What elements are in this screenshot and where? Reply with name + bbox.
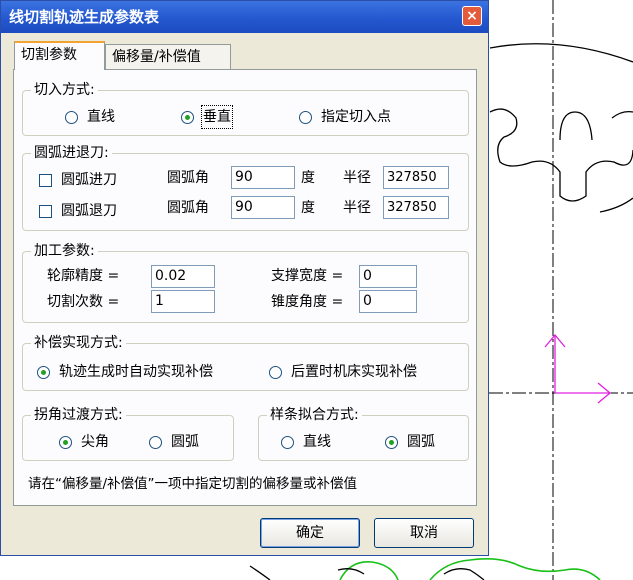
corner-transition-legend: 拐角过渡方式:: [31, 405, 126, 425]
arc-retract-angle-input[interactable]: 90: [231, 196, 295, 219]
corner-transition-group: 拐角过渡方式: 尖角 圆弧: [22, 405, 234, 461]
arc-approach-radius-input[interactable]: 327850: [383, 166, 449, 189]
arc-approach-angle-input[interactable]: 90: [231, 166, 295, 189]
radio-spline-line-label[interactable]: 直线: [303, 432, 331, 452]
contour-precision-input[interactable]: 0.02: [151, 265, 215, 288]
machining-params-group: 加工参数: 轮廓精度 = 0.02 支撑宽度 = 0 切割次数 = 1 锥度角度…: [22, 241, 469, 323]
checkbox-arc-retract[interactable]: [39, 205, 52, 218]
radio-entry-perpendicular-label[interactable]: 垂直: [201, 105, 233, 129]
radio-comp-auto-label[interactable]: 轨迹生成时自动实现补偿: [59, 362, 213, 382]
compensation-mode-group: 补偿实现方式: 轨迹生成时自动实现补偿 后置时机床实现补偿: [22, 333, 469, 391]
close-icon: ×: [466, 8, 478, 24]
ok-button[interactable]: 确定: [260, 518, 360, 548]
arc-retract-radius-label: 半径: [343, 200, 371, 216]
radio-entry-line-label[interactable]: 直线: [87, 107, 115, 127]
cancel-button[interactable]: 取消: [374, 518, 474, 548]
arc-retract-radius-input[interactable]: 327850: [383, 196, 449, 219]
compensation-mode-legend: 补偿实现方式:: [31, 333, 126, 353]
arc-feed-group: 圆弧进退刀: 圆弧进刀 圆弧角 90 度 半径 327850 圆弧退刀 圆弧角 …: [22, 143, 469, 231]
part-outline-arc: [489, 43, 633, 63]
arc-approach-angle-unit: 度: [301, 170, 315, 186]
taper-angle-input[interactable]: 0: [359, 290, 417, 313]
contour-precision-label: 轮廓精度 =: [47, 268, 120, 284]
part-right-edge: [599, 197, 633, 213]
tab-panel-cutting-params: 切入方式: 直线 垂直 指定切入点 圆弧进退刀: 圆弧进刀 圆弧角 90 度 半…: [13, 69, 477, 506]
radio-comp-machine[interactable]: [269, 366, 282, 379]
radio-spline-arc[interactable]: [385, 436, 398, 449]
entry-mode-group: 切入方式: 直线 垂直 指定切入点: [22, 80, 469, 136]
toolpath-parameters-dialog: 线切割轨迹生成参数表 × 切割参数 偏移量/补偿值 切入方式: 直线 垂直 指定…: [0, 0, 489, 556]
radio-corner-arc[interactable]: [149, 436, 162, 449]
radio-entry-perpendicular[interactable]: [181, 111, 194, 124]
radio-entry-point-label[interactable]: 指定切入点: [321, 107, 391, 127]
arc-approach-radius-label: 半径: [343, 170, 371, 186]
tab-label: 偏移量/补偿值: [112, 49, 201, 65]
cut-passes-input[interactable]: 1: [151, 290, 215, 313]
tab-offset-compensation[interactable]: 偏移量/补偿值: [105, 44, 231, 70]
black-profile-curve: [249, 565, 485, 580]
machining-params-legend: 加工参数:: [31, 241, 98, 261]
radio-corner-sharp[interactable]: [59, 436, 72, 449]
taper-angle-label: 锥度角度 =: [271, 294, 344, 310]
close-button[interactable]: ×: [462, 6, 482, 26]
tab-cutting-params[interactable]: 切割参数: [14, 41, 105, 70]
hint-text: 请在“偏移量/补偿值”一项中指定切割的偏移量或补偿值: [28, 476, 358, 492]
entry-mode-legend: 切入方式:: [31, 80, 98, 100]
title-bar[interactable]: 线切割轨迹生成参数表 ×: [1, 1, 488, 33]
radio-comp-machine-label[interactable]: 后置时机床实现补偿: [291, 362, 417, 382]
part-slot-profile: [489, 108, 633, 202]
radio-spline-line[interactable]: [281, 436, 294, 449]
cut-passes-label: 切割次数 =: [47, 294, 120, 310]
support-width-label: 支撑宽度 =: [271, 268, 344, 284]
arc-retract-angle-label: 圆弧角: [167, 200, 209, 216]
radio-comp-auto[interactable]: [37, 366, 50, 379]
radio-entry-point[interactable]: [299, 111, 312, 124]
arc-approach-angle-label: 圆弧角: [167, 170, 209, 186]
checkbox-arc-retract-label[interactable]: 圆弧退刀: [61, 201, 117, 221]
spline-fit-legend: 样条拟合方式:: [267, 405, 362, 425]
radio-corner-sharp-label[interactable]: 尖角: [81, 432, 109, 452]
radio-spline-arc-label[interactable]: 圆弧: [407, 432, 435, 452]
spline-fit-group: 样条拟合方式: 直线 圆弧: [258, 405, 469, 461]
checkbox-arc-approach[interactable]: [39, 174, 52, 187]
checkbox-arc-approach-label[interactable]: 圆弧进刀: [61, 170, 117, 190]
coordinate-axis-icon: [544, 333, 612, 404]
radio-entry-line[interactable]: [65, 111, 78, 124]
arc-feed-legend: 圆弧进退刀:: [31, 143, 112, 163]
arc-retract-angle-unit: 度: [301, 200, 315, 216]
dialog-title: 线切割轨迹生成参数表: [9, 8, 160, 26]
radio-corner-arc-label[interactable]: 圆弧: [171, 432, 199, 452]
tab-label: 切割参数: [21, 47, 77, 63]
support-width-input[interactable]: 0: [359, 265, 417, 288]
